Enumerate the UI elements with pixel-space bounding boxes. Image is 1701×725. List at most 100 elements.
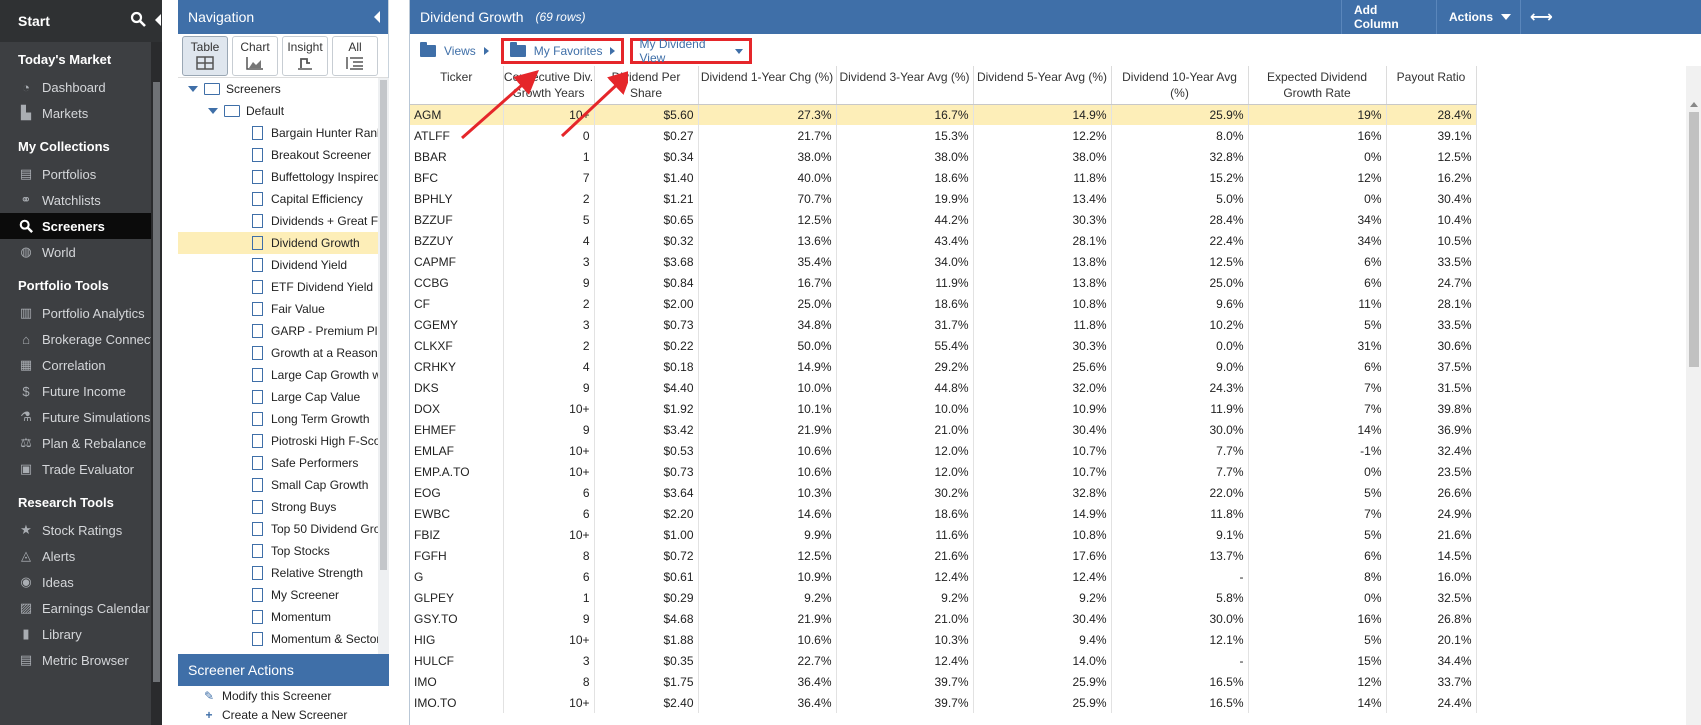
- expand-arrow-icon[interactable]: [208, 108, 218, 114]
- scrollbar-thumb[interactable]: [380, 80, 387, 570]
- ticker-cell[interactable]: IMO.TO: [410, 692, 504, 713]
- ticker-cell[interactable]: G: [410, 566, 504, 587]
- ticker-cell[interactable]: GSY.TO: [410, 608, 504, 629]
- tab-table[interactable]: Table: [182, 36, 228, 76]
- ticker-cell[interactable]: EMP.A.TO: [410, 461, 504, 482]
- scrollbar-thumb[interactable]: [153, 82, 160, 682]
- table-row[interactable]: CGEMY 3 $0.73 34.8% 31.7% 11.8% 10.2% 5% 33.5%: [410, 314, 1477, 335]
- expand-arrow-icon[interactable]: [188, 86, 198, 92]
- tree-item-screener[interactable]: Large Cap Value: [178, 386, 378, 408]
- ticker-cell[interactable]: CRHKY: [410, 356, 504, 377]
- table-row[interactable]: FBIZ 10+ $1.00 9.9% 11.6% 10.8% 9.1% 5% 21.6%: [410, 524, 1477, 545]
- tree-item-screener[interactable]: Momentum: [178, 606, 378, 628]
- tree-item-screener[interactable]: Piotroski High F-Score: [178, 430, 378, 452]
- table-row[interactable]: EHMEF 9 $3.42 21.9% 21.0% 30.4% 30.0% 14% 36.9%: [410, 419, 1477, 440]
- tree-item-screener[interactable]: Small Cap Growth: [178, 474, 378, 496]
- sidebar-item-screeners[interactable]: Screeners: [0, 213, 162, 239]
- ticker-cell[interactable]: BFC: [410, 167, 504, 188]
- ticker-cell[interactable]: DKS: [410, 377, 504, 398]
- column-header[interactable]: Expected Dividend Growth Rate: [1248, 66, 1387, 105]
- table-row[interactable]: BFC 7 $1.40 40.0% 18.6% 11.8% 15.2% 12% 16.2%: [410, 167, 1477, 188]
- tree-item-screener[interactable]: Relative Strength: [178, 562, 378, 584]
- tree-item-screener[interactable]: Dividend Growth: [178, 232, 378, 254]
- scroll-up-arrow[interactable]: [1690, 102, 1698, 107]
- scrollbar-thumb[interactable]: [1689, 112, 1699, 367]
- table-row[interactable]: G 6 $0.61 10.9% 12.4% 12.4% -8% 16.0%: [410, 566, 1477, 587]
- column-header[interactable]: Dividend 3-Year Avg (%): [836, 66, 974, 105]
- navigation-scrollbar[interactable]: [378, 78, 389, 654]
- tab-all[interactable]: All: [332, 36, 378, 76]
- ticker-cell[interactable]: GLPEY: [410, 587, 504, 608]
- ticker-cell[interactable]: CGEMY: [410, 314, 504, 335]
- collapse-sidebar-icon[interactable]: [155, 14, 161, 26]
- tree-item-screener[interactable]: Safe Performers: [178, 452, 378, 474]
- table-row[interactable]: CLKXF 2 $0.22 50.0% 55.4% 30.3% 0.0% 31% 30.6%: [410, 335, 1477, 356]
- table-row[interactable]: EWBC 6 $2.20 14.6% 18.6% 14.9% 11.8% 7% 24.9%: [410, 503, 1477, 524]
- ticker-cell[interactable]: CAPMF: [410, 251, 504, 272]
- sidebar-item-earnings-calendar[interactable]: ▨ Earnings Calendar: [0, 595, 162, 621]
- ticker-cell[interactable]: HULCF: [410, 650, 504, 671]
- table-row[interactable]: HIG 10+ $1.88 10.6% 10.3% 9.4% 12.1% 5% 20.1%: [410, 629, 1477, 650]
- table-row[interactable]: EMP.A.TO 10+ $0.73 10.6% 12.0% 10.7% 7.7% 0% 23.…: [410, 461, 1477, 482]
- breadcrumb-my-favorites[interactable]: My Favorites: [500, 38, 625, 64]
- ticker-cell[interactable]: CLKXF: [410, 335, 504, 356]
- sidebar-scrollbar[interactable]: [151, 42, 162, 725]
- sidebar-item-dashboard[interactable]: ◔ Dashboard: [0, 74, 162, 100]
- table-row[interactable]: CRHKY 4 $0.18 14.9% 29.2% 25.6% 9.0% 6% 37.5%: [410, 356, 1477, 377]
- collapse-navigation-icon[interactable]: [374, 11, 380, 23]
- table-row[interactable]: AGM 10+ $5.60 27.3% 16.7% 14.9% 25.9% 19% 28.4%: [410, 104, 1477, 125]
- ticker-cell[interactable]: BZZUF: [410, 209, 504, 230]
- sidebar-item-world[interactable]: ◍ World: [0, 239, 162, 265]
- tree-item-screener[interactable]: Dividends + Great Free Cash Flow: [178, 210, 378, 232]
- search-icon[interactable]: [130, 11, 146, 27]
- breadcrumb-views[interactable]: Views: [414, 39, 495, 63]
- ticker-cell[interactable]: CCBG: [410, 272, 504, 293]
- sidebar-item-trade-evaluator[interactable]: ▣ Trade Evaluator: [0, 456, 162, 482]
- table-row[interactable]: BPHLY 2 $1.21 70.7% 19.9% 13.4% 5.0% 0% 30.4%: [410, 188, 1477, 209]
- ticker-cell[interactable]: CF: [410, 293, 504, 314]
- table-row[interactable]: HULCF 3 $0.35 22.7% 12.4% 14.0% -15% 34.4%: [410, 650, 1477, 671]
- sidebar-item-ideas[interactable]: ◉ Ideas: [0, 569, 162, 595]
- column-header[interactable]: Ticker: [410, 66, 504, 105]
- table-row[interactable]: DOX 10+ $1.92 10.1% 10.0% 10.9% 11.9% 7% 39.8%: [410, 398, 1477, 419]
- ticker-cell[interactable]: DOX: [410, 398, 504, 419]
- tree-item-screener[interactable]: Capital Efficiency: [178, 188, 378, 210]
- sidebar-item-brokerage-connect[interactable]: ⌂ Brokerage Connect: [0, 326, 162, 352]
- tree-item-screener[interactable]: Breakout Screener: [178, 144, 378, 166]
- sidebar-item-future-income[interactable]: $ Future Income: [0, 378, 162, 404]
- ticker-cell[interactable]: HIG: [410, 629, 504, 650]
- sidebar-item-library[interactable]: ▮ Library: [0, 621, 162, 647]
- table-row[interactable]: EOG 6 $3.64 10.3% 30.2% 32.8% 22.0% 5% 26.6%: [410, 482, 1477, 503]
- tab-insight[interactable]: Insight: [282, 36, 328, 76]
- column-header[interactable]: Dividend 5-Year Avg (%): [973, 66, 1112, 105]
- table-row[interactable]: CAPMF 3 $3.68 35.4% 34.0% 13.8% 12.5% 6% 33.5%: [410, 251, 1477, 272]
- sidebar-item-correlation[interactable]: ▦ Correlation: [0, 352, 162, 378]
- tab-chart[interactable]: Chart: [232, 36, 278, 76]
- tree-item-screener[interactable]: Large Cap Growth with Momentum: [178, 364, 378, 386]
- column-header[interactable]: Dividend 10-Year Avg (%): [1111, 66, 1249, 105]
- table-row[interactable]: CF 2 $2.00 25.0% 18.6% 10.8% 9.6% 11% 28.1%: [410, 293, 1477, 314]
- tree-item-screener[interactable]: Long Term Growth: [178, 408, 378, 430]
- grid-scrollbar[interactable]: [1686, 100, 1701, 725]
- tree-item-screener[interactable]: Momentum & Sector Leaders: [178, 628, 378, 650]
- ticker-cell[interactable]: EMLAF: [410, 440, 504, 461]
- ticker-cell[interactable]: FGFH: [410, 545, 504, 566]
- table-row[interactable]: IMO.TO 10+ $2.40 36.4% 39.7% 25.9% 16.5% 14% 24.…: [410, 692, 1477, 713]
- ticker-cell[interactable]: EWBC: [410, 503, 504, 524]
- modify-screener-link[interactable]: ✎ Modify this Screener: [178, 686, 389, 705]
- table-row[interactable]: EMLAF 10+ $0.53 10.6% 12.0% 10.7% 7.7% -1% 32.4%: [410, 440, 1477, 461]
- ticker-cell[interactable]: BBAR: [410, 146, 504, 167]
- tree-item-screener[interactable]: Buffettology Inspired: [178, 166, 378, 188]
- tree-node-screeners[interactable]: Screeners: [178, 78, 378, 100]
- tree-item-screener[interactable]: GARP - Premium Plus: [178, 320, 378, 342]
- tree-item-screener[interactable]: Fair Value: [178, 298, 378, 320]
- table-row[interactable]: DKS 9 $4.40 10.0% 44.8% 32.0% 24.3% 7% 31.5%: [410, 377, 1477, 398]
- sidebar-item-portfolio-analytics[interactable]: ▥ Portfolio Analytics: [0, 300, 162, 326]
- table-row[interactable]: BBAR 1 $0.34 38.0% 38.0% 38.0% 32.8% 0% 12.5%: [410, 146, 1477, 167]
- table-row[interactable]: BZZUF 5 $0.65 12.5% 44.2% 30.3% 28.4% 34% 10.4%: [410, 209, 1477, 230]
- tree-item-screener[interactable]: Bargain Hunter Ranker: [178, 122, 378, 144]
- create-screener-link[interactable]: + Create a New Screener: [178, 705, 389, 724]
- tree-item-screener[interactable]: Strong Buys: [178, 496, 378, 518]
- tree-node-default[interactable]: Default: [178, 100, 378, 122]
- expand-width-button[interactable]: ⟷: [1520, 0, 1562, 34]
